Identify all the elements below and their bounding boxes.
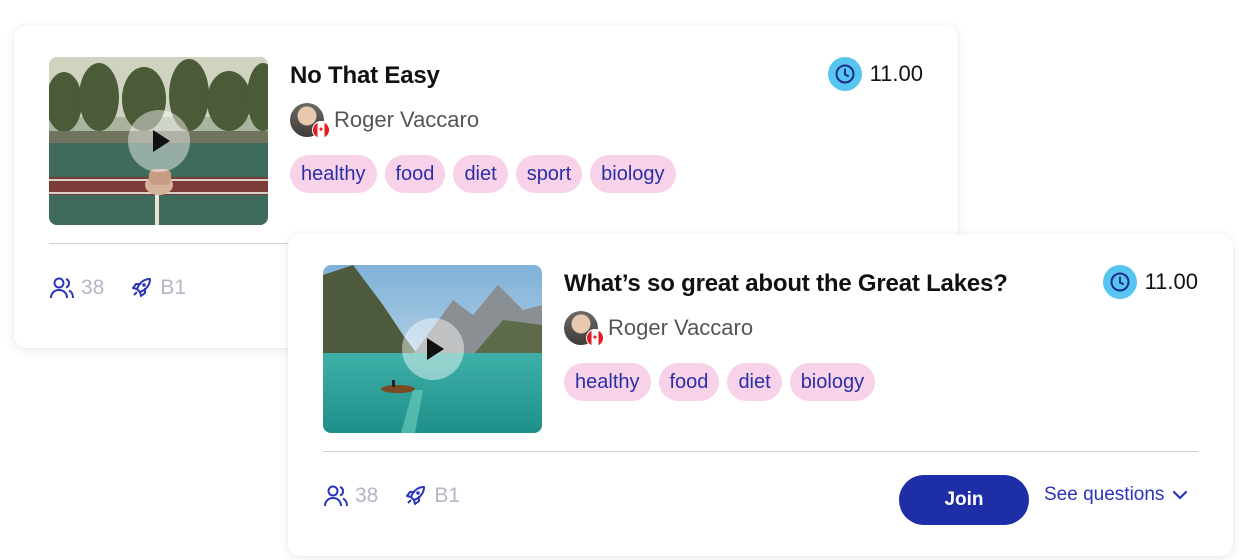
canada-flag-icon: ✦ (312, 121, 330, 139)
author: ✦ Roger Vaccaro (564, 310, 754, 347)
see-questions-label: See questions (1044, 484, 1165, 505)
level-stat: B1 (402, 483, 460, 509)
chevron-down-icon (1173, 490, 1188, 500)
lesson-stats: 38 B1 (49, 275, 210, 301)
tag[interactable]: diet (727, 363, 782, 401)
tag[interactable]: healthy (564, 363, 651, 401)
level-value: B1 (160, 276, 187, 299)
users-icon (50, 277, 74, 299)
tag[interactable]: food (658, 363, 720, 401)
canada-flag-icon: ✦ (586, 329, 604, 347)
users-icon (324, 485, 348, 507)
participants-stat: 38 (49, 276, 104, 300)
rocket-icon (132, 278, 152, 297)
play-icon[interactable] (401, 318, 464, 380)
participants-count: 38 (81, 276, 105, 299)
lesson-stats: 38 B1 (323, 483, 484, 509)
lesson-title[interactable]: What’s so great about the Great Lakes? (564, 270, 1008, 298)
avatar: ✦ (564, 311, 604, 347)
clock-icon (1102, 265, 1137, 299)
level-stat: B1 (128, 275, 186, 301)
tag-list: healthy food diet biology (564, 363, 876, 401)
rocket-icon (406, 486, 426, 505)
duration-value: 11.00 (1144, 269, 1198, 294)
tag[interactable]: food (384, 155, 446, 193)
tag[interactable]: biology (789, 363, 876, 401)
see-questions-link[interactable]: See questions (1044, 484, 1188, 506)
tag[interactable]: healthy (290, 155, 377, 193)
clock-icon (827, 57, 862, 91)
participants-stat: 38 (323, 484, 378, 508)
author: ✦ Roger Vaccaro (290, 102, 480, 139)
join-button[interactable]: Join (899, 475, 1029, 525)
duration: 11.00 (1102, 265, 1198, 299)
tag-list: healthy food diet sport biology (290, 155, 676, 193)
tag[interactable]: diet (453, 155, 508, 193)
participants-count: 38 (355, 484, 379, 507)
level-value: B1 (434, 484, 461, 507)
lesson-title[interactable]: No That Easy (290, 62, 440, 90)
divider (323, 451, 1198, 452)
video-thumbnail[interactable] (323, 265, 542, 433)
avatar: ✦ (290, 103, 330, 139)
author-name: Roger Vaccaro (608, 315, 754, 340)
tag[interactable]: sport (515, 155, 583, 193)
video-thumbnail[interactable] (49, 57, 268, 225)
duration: 11.00 (827, 57, 923, 91)
duration-value: 11.00 (869, 61, 923, 86)
play-icon[interactable] (127, 110, 190, 172)
author-name: Roger Vaccaro (334, 107, 480, 132)
tag[interactable]: biology (590, 155, 676, 193)
lesson-card-great-lakes[interactable]: What’s so great about the Great Lakes? ✦… (288, 234, 1233, 556)
